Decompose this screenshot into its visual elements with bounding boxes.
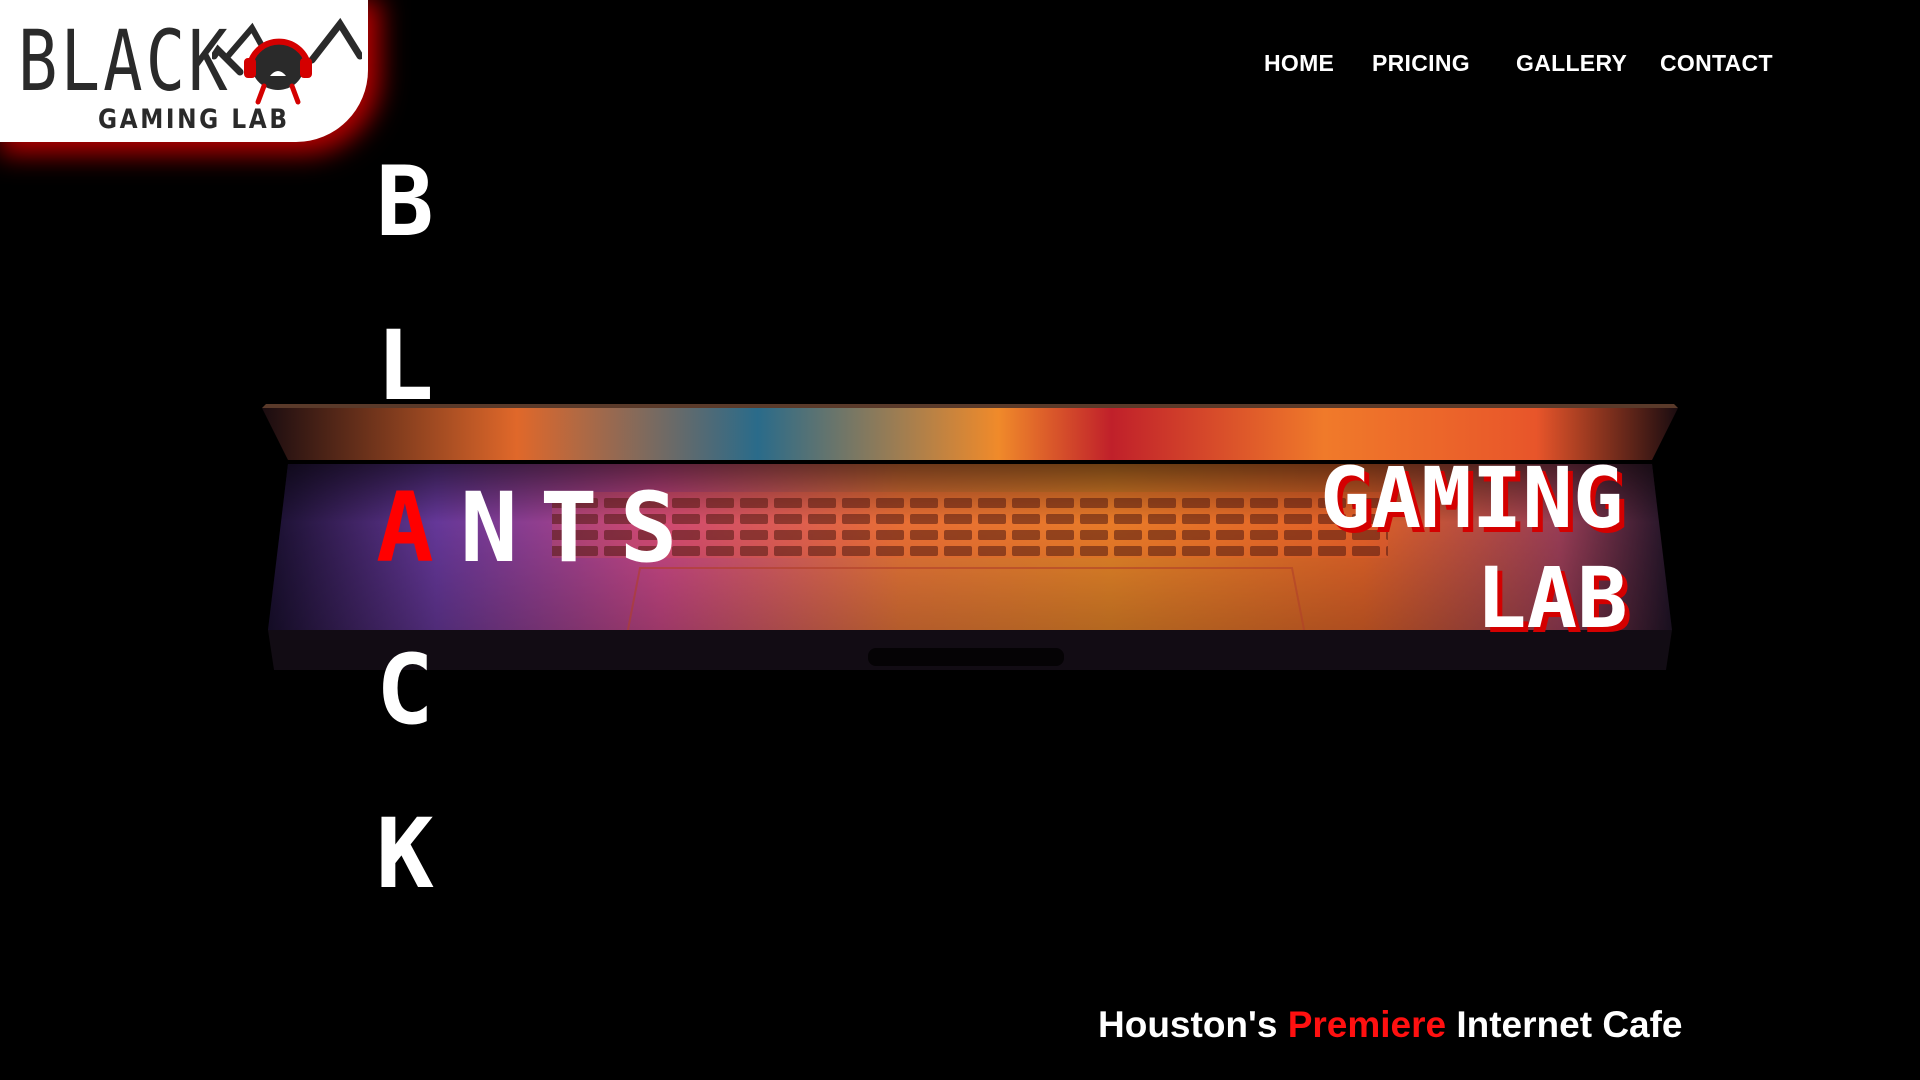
hero-lab: LAB: [1476, 549, 1628, 647]
hero-letter-k: K: [376, 798, 434, 910]
nav-contact[interactable]: CONTACT: [1660, 50, 1773, 77]
nav-pricing[interactable]: PRICING: [1372, 50, 1470, 77]
hero-letter-c: C: [376, 634, 434, 746]
tagline-accent: Premiere: [1287, 1004, 1447, 1045]
hero-letter-a: A: [376, 472, 434, 584]
hero-tagline: Houston's Premiere Internet Cafe: [1098, 1004, 1683, 1046]
page: BLACK GAMING LAB HOME PRICING GALLERY CO…: [0, 0, 1920, 1080]
hero-ants-suffix: NTS: [460, 472, 700, 584]
nav-home[interactable]: HOME: [1264, 50, 1334, 77]
tagline-prefix: Houston's: [1098, 1004, 1278, 1045]
logo-subtitle: GAMING LAB: [98, 104, 290, 135]
hero-letter-l: L: [376, 310, 434, 422]
hero-letter-b: B: [376, 146, 434, 258]
tagline-suffix: Internet Cafe: [1456, 1004, 1683, 1045]
ant-head-icon: [212, 17, 362, 105]
hero-gaming: GAMING: [1320, 449, 1624, 547]
logo-wordmark: BLACK: [18, 12, 231, 110]
nav-gallery[interactable]: GALLERY: [1516, 50, 1627, 77]
logo-link[interactable]: BLACK GAMING LAB: [0, 0, 368, 142]
